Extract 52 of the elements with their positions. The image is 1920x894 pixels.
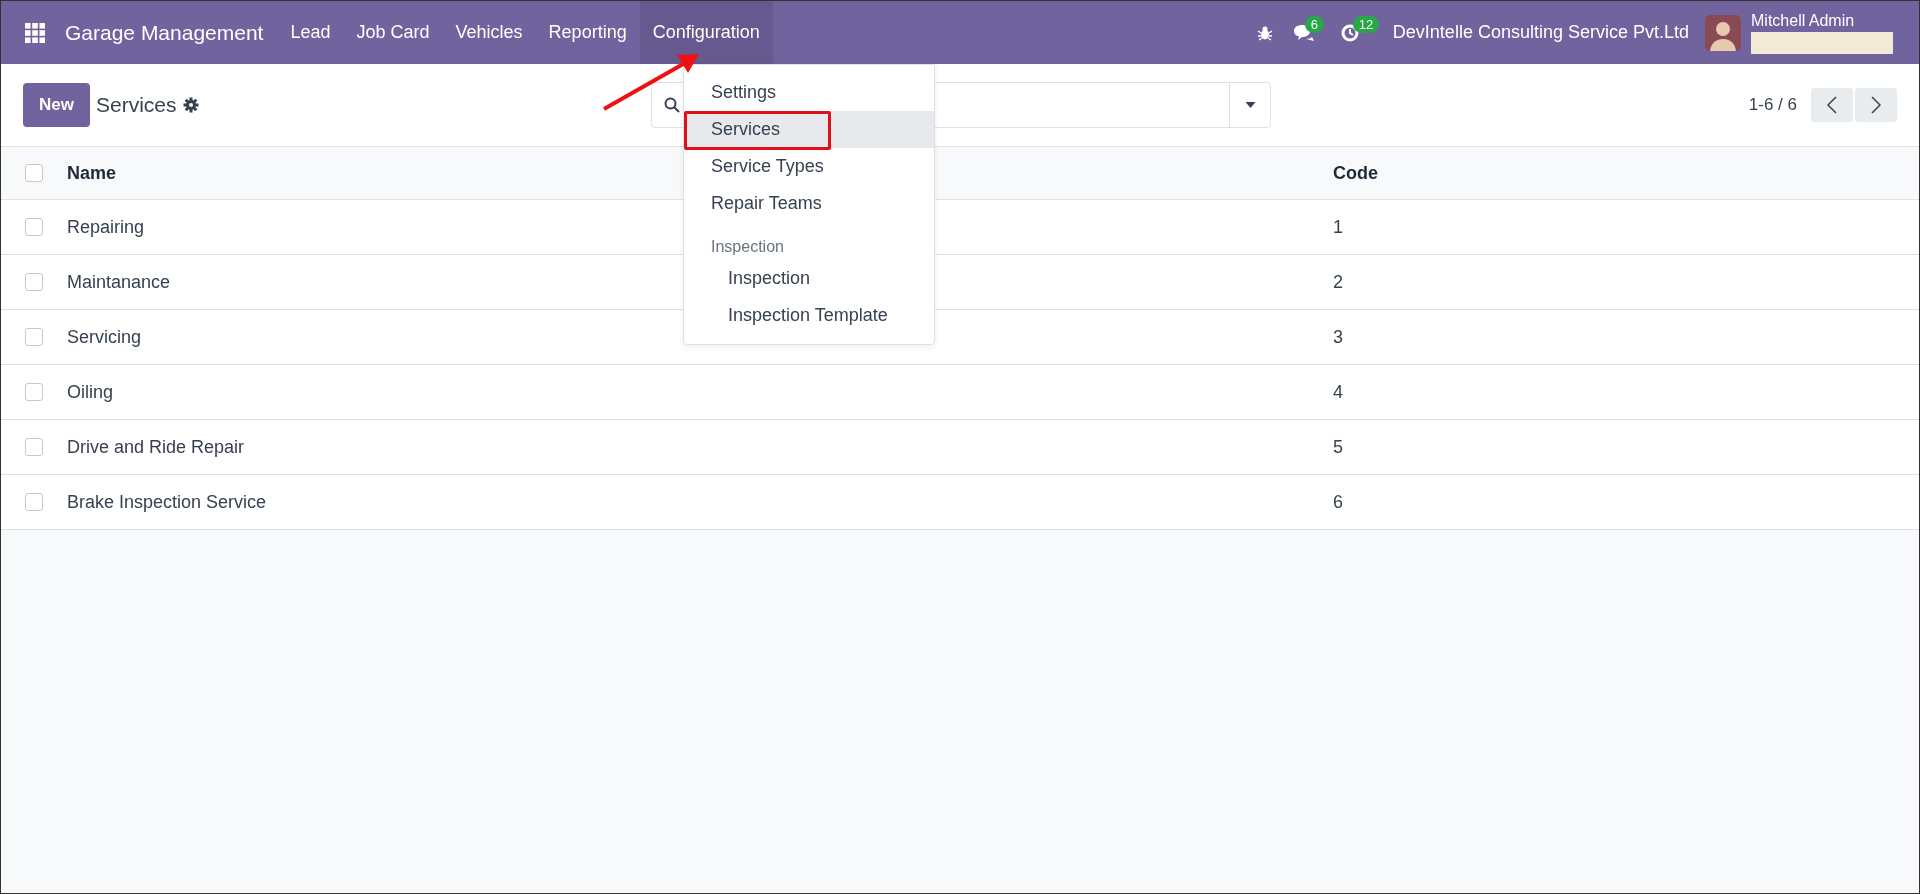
- table-cell: Drive and Ride Repair: [67, 436, 245, 457]
- menu-item[interactable]: Repair Teams: [684, 185, 934, 222]
- row-checkbox[interactable]: [25, 438, 43, 456]
- menu-item[interactable]: Service Types: [684, 148, 934, 185]
- menu-item[interactable]: Inspection: [684, 260, 934, 297]
- table-cell: Repairing: [67, 216, 145, 237]
- caret-icon[interactable]: [1244, 102, 1256, 108]
- previous-page-button[interactable]: [1811, 88, 1853, 122]
- app-name[interactable]: Garage Management: [65, 20, 264, 45]
- table-cell: 6: [1333, 491, 1343, 513]
- table-cell: Brake Inspection Service: [67, 491, 267, 512]
- nav-menu-item[interactable]: Vehicles: [442, 1, 536, 64]
- nav-menu-item[interactable]: Lead: [277, 1, 344, 64]
- table-cell: Maintanance: [67, 271, 171, 292]
- select-all-checkbox[interactable]: [25, 164, 43, 182]
- search-icon: [664, 97, 680, 113]
- bug-icon[interactable]: [1256, 24, 1273, 41]
- row-checkbox[interactable]: [25, 218, 43, 236]
- row-checkbox[interactable]: [25, 383, 43, 401]
- new-button[interactable]: New: [23, 83, 90, 127]
- pager-text: 1-6 / 6: [1748, 95, 1797, 115]
- chevron-right-icon: [1871, 96, 1881, 114]
- activity-count-badge: 12: [1352, 15, 1380, 33]
- table-cell: Oiling: [67, 381, 114, 402]
- clock-icon[interactable]: [1340, 23, 1359, 42]
- row-checkbox[interactable]: [25, 493, 43, 511]
- message-count-badge: 6: [1304, 15, 1325, 33]
- menu-item[interactable]: Settings: [684, 74, 934, 111]
- menu-item[interactable]: Services: [684, 111, 934, 148]
- app-grid-icon[interactable]: [25, 22, 45, 43]
- table-cell: Servicing: [67, 326, 142, 347]
- nav-menu-item[interactable]: Reporting: [535, 1, 640, 64]
- column-header[interactable]: Name: [67, 162, 117, 183]
- nav-menu-item[interactable]: Job Card: [343, 1, 443, 64]
- table-cell: 3: [1333, 326, 1343, 348]
- menu-section-header: Inspection: [710, 237, 785, 257]
- next-page-button[interactable]: [1855, 88, 1897, 122]
- page-title: Services: [95, 93, 177, 117]
- column-header[interactable]: Code: [1333, 162, 1378, 184]
- table-cell: 5: [1333, 436, 1343, 458]
- chevron-left-icon: [1827, 96, 1837, 114]
- menu-item[interactable]: Inspection Template: [684, 297, 934, 334]
- user-avatar-icon[interactable]: [1705, 14, 1741, 51]
- company-name[interactable]: DevIntelle Consulting Service Pvt.Ltd: [1392, 22, 1689, 43]
- nav-menu-item[interactable]: Configuration: [639, 1, 773, 64]
- table-cell: 4: [1333, 381, 1343, 403]
- row-checkbox[interactable]: [25, 328, 43, 346]
- settings-icon[interactable]: [182, 97, 199, 113]
- table-cell: 1: [1333, 216, 1343, 238]
- table-cell: 2: [1333, 271, 1343, 293]
- row-checkbox[interactable]: [25, 273, 43, 291]
- user-name[interactable]: Mitchell Admin: [1751, 11, 1893, 30]
